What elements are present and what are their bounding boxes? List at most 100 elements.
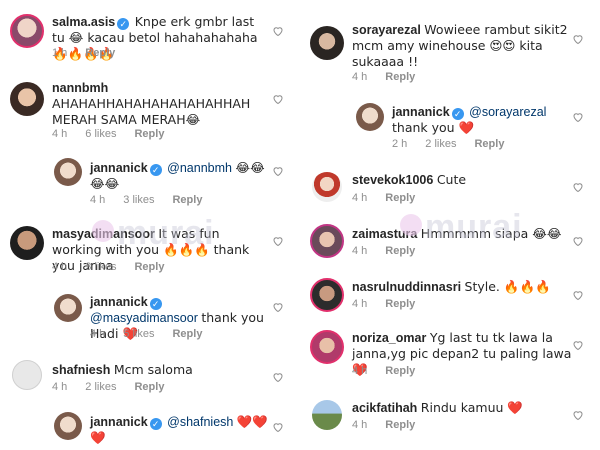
comment-username[interactable]: shafniesh — [52, 363, 110, 377]
avatar[interactable] — [356, 103, 384, 131]
comment-username[interactable]: sorayarezal — [352, 23, 421, 37]
comment-username[interactable]: nannbmh — [52, 81, 108, 95]
comment-meta: 4 h Reply — [352, 298, 433, 310]
reply-button[interactable]: Reply — [385, 298, 415, 310]
like-heart-icon[interactable] — [572, 408, 584, 421]
like-heart-icon[interactable] — [572, 110, 584, 123]
comment-text: thank you ❤️ — [392, 120, 475, 135]
comment-likes[interactable]: 6 likes — [85, 128, 116, 140]
comment-username[interactable]: nasrulnuddinnasri — [352, 280, 461, 294]
reply-button[interactable]: Reply — [172, 328, 202, 340]
comment-likes[interactable]: 2 likes — [85, 381, 116, 393]
comment-text: AHAHAHHAHAHAHAHAHAHHAH MERAH SAMA MERAH😂 — [52, 96, 251, 127]
comment-time: 4 h — [90, 194, 106, 206]
like-heart-icon[interactable] — [572, 180, 584, 193]
like-heart-icon[interactable] — [272, 92, 284, 105]
avatar[interactable] — [54, 158, 82, 186]
like-heart-icon[interactable] — [272, 370, 284, 383]
avatar[interactable] — [310, 26, 344, 60]
comment-meta: 1 h Reply — [52, 47, 133, 59]
comments-column-right: sorayarezal Wowieee rambut sikit2 mcm am… — [304, 0, 600, 450]
comment-time: 4 h — [352, 245, 368, 257]
comment-username[interactable]: jannanick — [90, 295, 148, 309]
comment-body: jannanick ✓ @sorayarezal thank you ❤️ — [392, 104, 572, 136]
reply-button[interactable]: Reply — [474, 138, 504, 150]
reply-button[interactable]: Reply — [172, 194, 202, 206]
comment-username[interactable]: stevekok1006 — [352, 173, 433, 187]
comment-mention[interactable]: @nannbmh — [167, 161, 232, 175]
verified-badge-icon: ✓ — [149, 164, 162, 176]
comment-username[interactable]: acikfatihah — [352, 401, 417, 415]
watermark-logo: murai — [400, 208, 523, 247]
verified-badge-icon: ✓ — [149, 418, 162, 430]
comment-body: acikfatihah Rindu kamuu ❤️ — [352, 400, 572, 416]
comment-time: 2 h — [392, 138, 408, 150]
reply-button[interactable]: Reply — [134, 261, 164, 273]
comment-time: 4 h — [352, 419, 368, 431]
like-heart-icon[interactable] — [572, 32, 584, 45]
comment-likes[interactable]: 3 likes — [123, 194, 154, 206]
comment-username[interactable]: jannanick — [90, 415, 148, 429]
avatar[interactable] — [310, 330, 344, 364]
comment-mention[interactable]: @masyadimansoor — [90, 311, 198, 325]
comment-body: jannanick ✓ @shafniesh ❤️❤️❤️ — [90, 414, 270, 446]
comment-meta: 4 h 2 likes Reply — [52, 381, 182, 393]
comment-body: nannbmh AHAHAHHAHAHAHAHAHAHHAH MERAH SAM… — [52, 80, 267, 128]
comment-time: 4 h — [352, 298, 368, 310]
comment-time: 1 h — [52, 47, 68, 59]
avatar[interactable] — [312, 172, 342, 202]
comment-username[interactable]: jannanick — [90, 161, 148, 175]
reply-button[interactable]: Reply — [385, 71, 415, 83]
avatar[interactable] — [54, 412, 82, 440]
like-heart-icon[interactable] — [572, 338, 584, 351]
like-heart-icon[interactable] — [272, 164, 284, 177]
comment-username[interactable]: jannanick — [392, 105, 450, 119]
comment-text: Style. 🔥🔥🔥 — [464, 279, 551, 294]
comment-time: 4 h — [352, 365, 368, 377]
comment-time: 4 h — [52, 261, 68, 273]
avatar[interactable] — [10, 82, 44, 116]
comment-time: 4 h — [52, 128, 68, 140]
comment-likes[interactable]: 3 likes — [85, 261, 116, 273]
comment-likes[interactable]: 2 likes — [425, 138, 456, 150]
reply-button[interactable]: Reply — [85, 47, 115, 59]
comment-body: jannanick ✓ @nannbmh 😂😂😂😂 — [90, 160, 265, 192]
comment-meta: 4 h 3 likes Reply — [52, 261, 182, 273]
avatar[interactable] — [10, 226, 44, 260]
comment-mention[interactable]: @sorayarezal — [469, 105, 546, 119]
reply-button[interactable]: Reply — [134, 381, 164, 393]
like-heart-icon[interactable] — [272, 420, 284, 433]
avatar[interactable] — [12, 360, 42, 390]
comment-meta: 4 h Reply — [352, 365, 433, 377]
comment-username[interactable]: salma.asis — [52, 15, 115, 29]
reply-button[interactable]: Reply — [385, 365, 415, 377]
like-heart-icon[interactable] — [272, 24, 284, 37]
like-heart-icon[interactable] — [272, 234, 284, 247]
watermark-logo: murai — [92, 214, 215, 253]
reply-button[interactable]: Reply — [385, 192, 415, 204]
comment-meta: 4 h Reply — [352, 192, 433, 204]
verified-badge-icon: ✓ — [149, 298, 162, 310]
like-heart-icon[interactable] — [572, 234, 584, 247]
comment-text: Mcm saloma — [113, 362, 193, 377]
comment-body: sorayarezal Wowieee rambut sikit2 mcm am… — [352, 22, 572, 70]
comment-text: Cute — [436, 172, 467, 187]
comment-meta: 4 h 6 likes Reply — [52, 128, 182, 140]
comment-username[interactable]: noriza_omar — [352, 331, 426, 345]
avatar[interactable] — [54, 294, 82, 322]
comment-mention[interactable]: @shafniesh — [167, 415, 233, 429]
avatar[interactable] — [310, 278, 344, 312]
like-heart-icon[interactable] — [272, 300, 284, 313]
verified-badge-icon: ✓ — [117, 18, 130, 30]
reply-button[interactable]: Reply — [385, 419, 415, 431]
avatar[interactable] — [312, 400, 342, 430]
avatar[interactable] — [310, 224, 344, 258]
reply-button[interactable]: Reply — [134, 128, 164, 140]
comment-likes[interactable]: 5 likes — [123, 328, 154, 340]
like-heart-icon[interactable] — [572, 288, 584, 301]
comment-meta: 4 h Reply — [352, 71, 433, 83]
comment-time: 4 h — [52, 381, 68, 393]
avatar[interactable] — [10, 14, 44, 48]
comment-time: 4 h — [352, 192, 368, 204]
comment-time: 4 h — [90, 328, 106, 340]
